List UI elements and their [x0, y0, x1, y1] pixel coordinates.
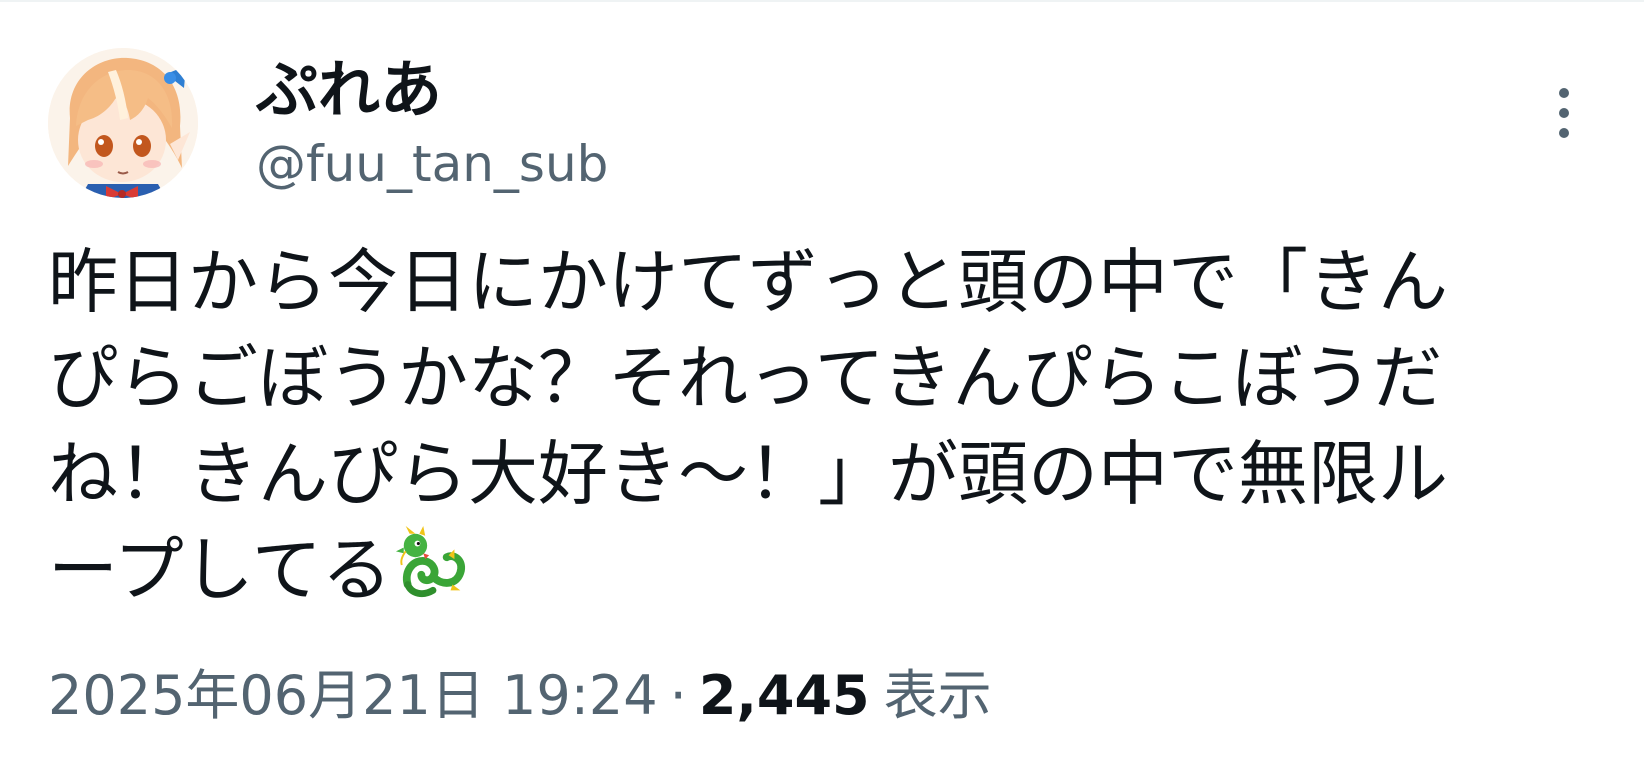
author-handle[interactable]: @fuu_tan_sub — [256, 132, 608, 196]
tweet: ぷれあ @fuu_tan_sub 昨日から今日にかけてずっと頭の中で「きん ぴら… — [0, 0, 1644, 758]
tweet-text-line-4: ープしてる — [48, 529, 392, 611]
more-vertical-icon-dot-bottom — [1559, 128, 1569, 138]
tweet-text-line-1: 昨日から今日にかけてずっと頭の中で「きん — [48, 241, 1448, 323]
views-label: 表示 — [883, 664, 992, 727]
more-options-button[interactable] — [1542, 78, 1586, 148]
tweet-timestamp[interactable]: 2025年06月21日 19:24 — [48, 664, 658, 727]
meta-separator: · — [669, 664, 687, 727]
tweet-meta: 2025年06月21日 19:24 · 2,445 表示 — [48, 660, 992, 732]
views-count: 2,445 — [698, 664, 870, 727]
dragon-icon — [395, 526, 465, 598]
anime-character-avatar-icon — [48, 48, 198, 198]
more-vertical-icon-dot-top — [1559, 88, 1569, 98]
avatar[interactable] — [48, 48, 198, 198]
more-vertical-icon-dot-middle — [1559, 108, 1569, 118]
tweet-text-line-2: ぴらごぼうかな？それってきんぴらこぼうだ — [48, 337, 1443, 419]
author-display-name[interactable]: ぷれあ — [256, 52, 442, 128]
tweet-text-line-3: ね！きんぴら大好き～！」が頭の中で無限ル — [48, 433, 1448, 515]
tweet-text: 昨日から今日にかけてずっと頭の中で「きん ぴらごぼうかな？それってきんぴらこぼう… — [48, 234, 1558, 618]
tweet-text-line-4-wrap: ープしてる — [48, 522, 1558, 618]
